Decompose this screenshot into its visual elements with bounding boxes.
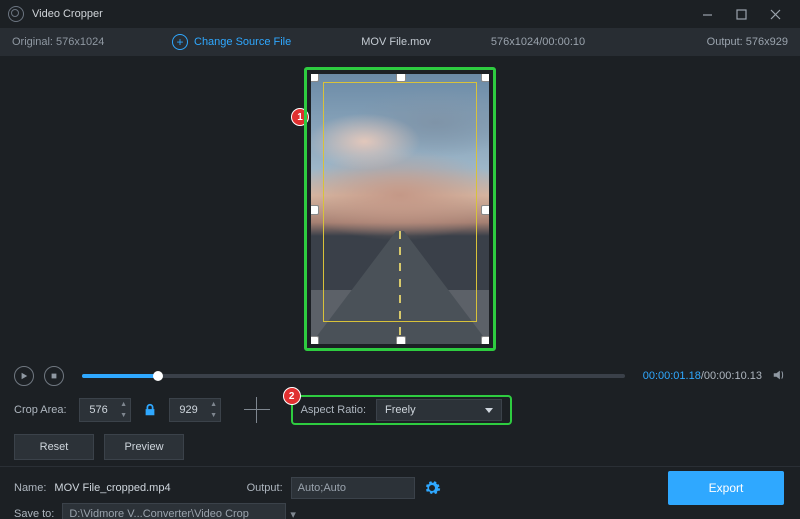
play-button[interactable] bbox=[14, 366, 34, 386]
preview-stage: 1 bbox=[0, 56, 800, 362]
lock-aspect-icon[interactable] bbox=[143, 403, 157, 417]
chevron-down-icon bbox=[485, 408, 493, 413]
crop-handle[interactable] bbox=[396, 74, 406, 82]
crop-area-label: Crop Area: bbox=[14, 404, 67, 416]
crop-controls-row: Crop Area: ▲▼ ▲▼ 2 Aspect Ratio: Freely bbox=[0, 390, 800, 430]
saveto-path-input[interactable]: D:\Vidmore V...Converter\Video Crop bbox=[62, 503, 286, 519]
saveto-label: Save to: bbox=[14, 508, 54, 519]
close-button[interactable] bbox=[758, 0, 792, 28]
crop-width-field[interactable] bbox=[80, 403, 118, 417]
spin-up-icon[interactable]: ▲ bbox=[208, 399, 220, 410]
info-toolbar: Original: 576x1024 + Change Source File … bbox=[0, 28, 800, 56]
name-value[interactable]: MOV File_cropped.mp4 bbox=[54, 482, 170, 494]
aspect-ratio-value: Freely bbox=[385, 404, 416, 416]
action-buttons-row: Reset Preview bbox=[0, 430, 800, 464]
crop-height-field[interactable] bbox=[170, 403, 208, 417]
center-crop-icon[interactable] bbox=[245, 398, 269, 422]
plus-icon: + bbox=[172, 34, 188, 50]
volume-icon[interactable] bbox=[772, 368, 786, 385]
output-format-value: Auto;Auto bbox=[298, 482, 346, 494]
divider bbox=[0, 466, 800, 467]
chevron-down-icon[interactable]: ▾ bbox=[290, 508, 296, 519]
spin-up-icon[interactable]: ▲ bbox=[118, 399, 130, 410]
crop-handle[interactable] bbox=[481, 74, 489, 82]
name-label: Name: bbox=[14, 482, 46, 494]
export-button[interactable]: Export bbox=[668, 471, 784, 505]
settings-gear-icon[interactable] bbox=[423, 479, 441, 497]
saveto-path-value: D:\Vidmore V...Converter\Video Crop bbox=[69, 508, 249, 519]
fileinfo-label: 576x1024/00:00:10 bbox=[491, 36, 585, 48]
crop-handle[interactable] bbox=[311, 336, 319, 344]
change-source-label: Change Source File bbox=[194, 36, 291, 48]
window-title: Video Cropper bbox=[32, 8, 103, 20]
crop-height-input[interactable]: ▲▼ bbox=[169, 398, 221, 422]
aspect-ratio-group: 2 Aspect Ratio: Freely bbox=[291, 395, 512, 425]
crop-handle[interactable] bbox=[481, 205, 489, 215]
time-display: 00:00:01.18/00:00:10.13 bbox=[643, 370, 762, 382]
app-logo-icon bbox=[8, 6, 24, 22]
output-size-label: Output: 576x929 bbox=[707, 36, 788, 48]
output-format-dropdown[interactable]: Auto;Auto bbox=[291, 477, 415, 499]
crop-width-input[interactable]: ▲▼ bbox=[79, 398, 131, 422]
stop-button[interactable] bbox=[44, 366, 64, 386]
spin-down-icon[interactable]: ▼ bbox=[118, 410, 130, 421]
title-bar: Video Cropper bbox=[0, 0, 800, 28]
crop-selection[interactable] bbox=[323, 82, 477, 322]
crop-handle[interactable] bbox=[481, 336, 489, 344]
reset-button[interactable]: Reset bbox=[14, 434, 94, 460]
time-current: 00:00:01.18 bbox=[643, 370, 701, 382]
output-label: Output: bbox=[247, 482, 283, 494]
time-total: /00:00:10.13 bbox=[701, 370, 762, 382]
video-preview[interactable] bbox=[311, 74, 489, 344]
original-size-label: Original: 576x1024 bbox=[12, 36, 172, 48]
minimize-button[interactable] bbox=[690, 0, 724, 28]
filename-label: MOV File.mov bbox=[361, 36, 431, 48]
annotation-badge-2: 2 bbox=[283, 387, 301, 405]
crop-handle[interactable] bbox=[396, 336, 406, 344]
maximize-button[interactable] bbox=[724, 0, 758, 28]
seek-slider[interactable] bbox=[82, 374, 625, 378]
crop-handle[interactable] bbox=[311, 205, 319, 215]
aspect-ratio-label: Aspect Ratio: bbox=[301, 404, 366, 416]
playback-bar: 00:00:01.18/00:00:10.13 bbox=[0, 362, 800, 390]
crop-handle[interactable] bbox=[311, 74, 319, 82]
aspect-ratio-dropdown[interactable]: Freely bbox=[376, 399, 502, 421]
spin-down-icon[interactable]: ▼ bbox=[208, 410, 220, 421]
crop-frame[interactable] bbox=[304, 67, 496, 351]
preview-button[interactable]: Preview bbox=[104, 434, 184, 460]
change-source-button[interactable]: + Change Source File bbox=[172, 34, 291, 50]
